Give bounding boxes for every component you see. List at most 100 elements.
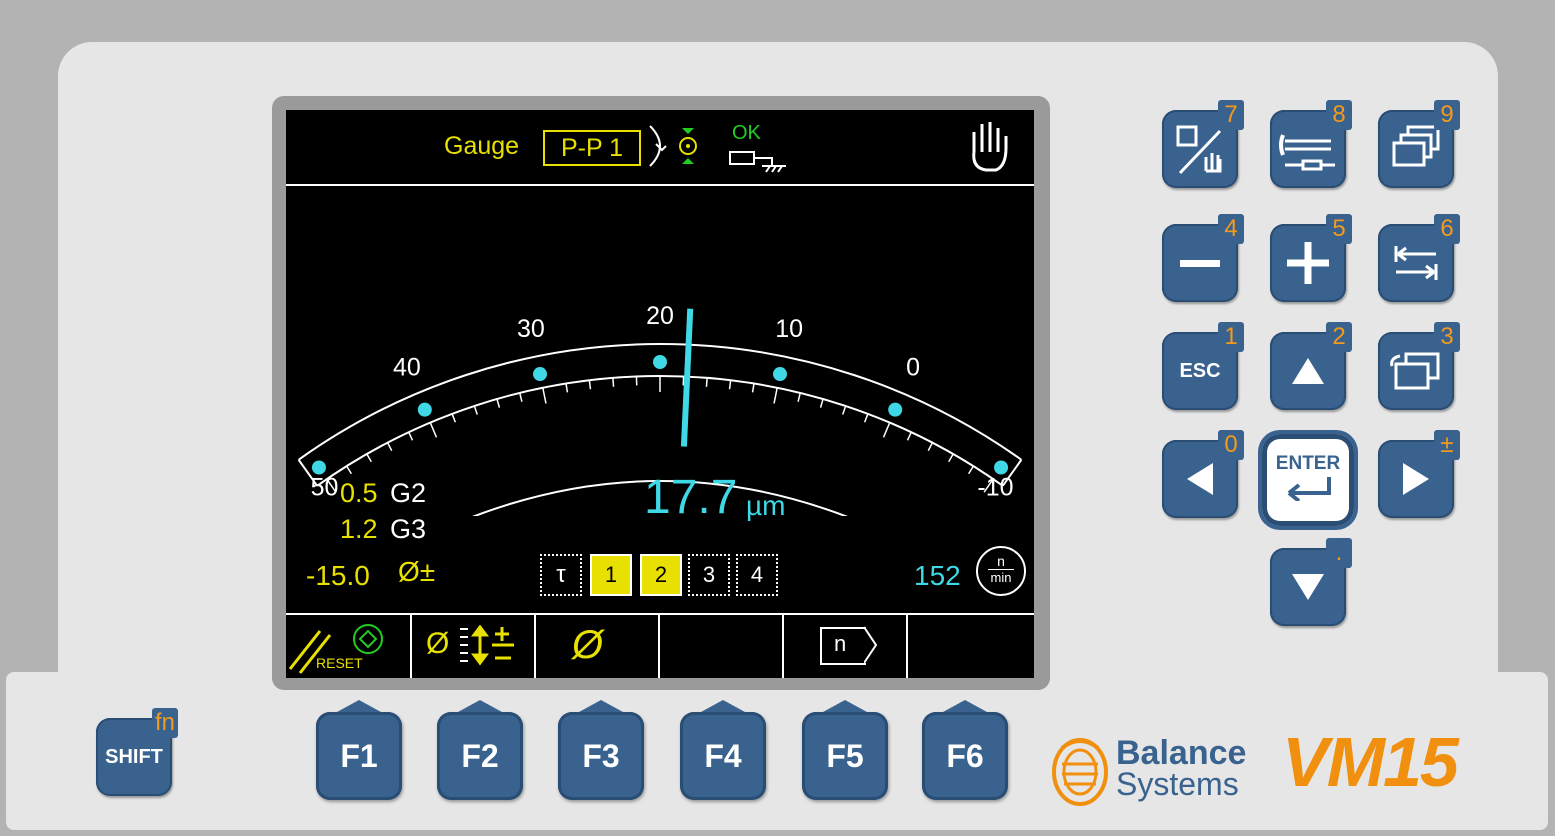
key-dot-down[interactable]: . bbox=[1270, 538, 1352, 626]
scale-tick bbox=[728, 380, 732, 390]
f5-key[interactable]: F5 bbox=[802, 700, 888, 800]
channel-1: 1 bbox=[590, 554, 632, 596]
scale-tick bbox=[565, 383, 569, 393]
brand-line-2: Systems bbox=[1116, 766, 1239, 802]
g2-value: 0.5 bbox=[340, 478, 378, 508]
channel-3: 3 bbox=[688, 554, 730, 596]
scale-label: 30 bbox=[517, 315, 545, 343]
scale-tick bbox=[429, 422, 438, 438]
rpm-icon: n min bbox=[976, 546, 1026, 596]
f2-key[interactable]: F2 bbox=[437, 700, 523, 800]
softkey-4[interactable] bbox=[658, 615, 782, 678]
hand-icon bbox=[972, 122, 1008, 172]
adjust-offset-icon bbox=[460, 624, 514, 666]
key-0-number: 0 bbox=[1218, 430, 1244, 460]
key-1-esc[interactable]: ESC 1 bbox=[1162, 322, 1244, 410]
gauge-value-box: P-P 1 bbox=[543, 130, 641, 166]
f4-key[interactable]: F4 bbox=[680, 700, 766, 800]
scale-tick bbox=[797, 392, 801, 402]
scale-tick bbox=[451, 413, 457, 423]
g2-label: G2 bbox=[390, 478, 427, 508]
scale-tick bbox=[386, 442, 393, 452]
gauge-needle bbox=[680, 308, 694, 447]
offset-value: -15.0 bbox=[306, 560, 370, 591]
key-3-number: 3 bbox=[1434, 322, 1460, 352]
key-7-number: 7 bbox=[1218, 100, 1244, 130]
enter-key[interactable]: ENTER bbox=[1262, 434, 1354, 526]
model-name: VM15 bbox=[1282, 723, 1459, 801]
shift-label: SHIFT bbox=[105, 745, 163, 768]
softkey-6[interactable] bbox=[906, 615, 1034, 678]
softkey-2-symbol: Ø bbox=[426, 627, 450, 660]
softkey-1[interactable]: RESET bbox=[286, 615, 410, 678]
key-7-manual[interactable]: 7 bbox=[1162, 100, 1244, 188]
scale-tick bbox=[751, 383, 755, 393]
gauge-mode-icon bbox=[649, 125, 697, 167]
scale-tick bbox=[927, 442, 934, 452]
softkey-2[interactable]: Ø bbox=[410, 615, 534, 678]
scale-tick bbox=[773, 387, 778, 404]
rpm-bottom: min bbox=[990, 570, 1012, 585]
arrow-down-icon bbox=[1292, 574, 1324, 600]
scale-dot bbox=[888, 402, 903, 417]
brand-logo-icon bbox=[1052, 738, 1108, 806]
key-0-left[interactable]: 0 bbox=[1162, 430, 1244, 518]
g3-value: 1.2 bbox=[340, 514, 378, 544]
arrow-left-icon bbox=[1187, 463, 1213, 495]
softkey-3-symbol: Ø bbox=[572, 623, 604, 667]
key-4-number: 4 bbox=[1218, 214, 1244, 244]
scale-tick bbox=[906, 431, 912, 441]
enter-label: ENTER bbox=[1275, 453, 1341, 474]
speed-value: 152 bbox=[914, 560, 961, 591]
softkey-5[interactable]: n bbox=[782, 615, 906, 678]
key-8-number: 8 bbox=[1326, 100, 1352, 130]
scale-tick bbox=[948, 453, 954, 463]
display-screen: Gauge P-P 1 OK 50 40 30 20 10 0 -10 17.7 µm 0.… bbox=[286, 110, 1034, 678]
shift-key[interactable]: SHIFT fn bbox=[96, 708, 178, 796]
key-3-windows[interactable]: 3 bbox=[1378, 322, 1460, 410]
key-1-number: 1 bbox=[1218, 322, 1244, 352]
offset-symbol: Ø± bbox=[398, 556, 436, 587]
scale-tick bbox=[473, 405, 478, 415]
softkey-1-label: RESET bbox=[316, 655, 363, 671]
shift-fn: fn bbox=[152, 708, 178, 738]
scale-tick bbox=[967, 465, 975, 475]
scale-tick bbox=[345, 465, 353, 475]
channel-4: 4 bbox=[736, 554, 778, 596]
scale-dot bbox=[772, 367, 787, 382]
key-dot-number: . bbox=[1326, 538, 1352, 568]
scale-tick bbox=[819, 398, 824, 408]
arrow-right-icon bbox=[1403, 463, 1429, 495]
scale-dot bbox=[417, 402, 432, 417]
minus-icon bbox=[1180, 259, 1220, 267]
key-pm-right[interactable]: ± bbox=[1378, 430, 1460, 518]
scale-label: 20 bbox=[646, 302, 674, 330]
key-5-number: 5 bbox=[1326, 214, 1352, 244]
f1-key[interactable]: F1 bbox=[316, 700, 402, 800]
scale-tick bbox=[612, 377, 615, 387]
key-5-plus[interactable]: 5 bbox=[1270, 214, 1352, 302]
softkey-3[interactable]: Ø bbox=[534, 615, 658, 678]
key-4-minus[interactable]: 4 bbox=[1162, 214, 1244, 302]
scale-tick bbox=[542, 387, 547, 404]
scale-tick bbox=[366, 453, 372, 463]
key-6-tab[interactable]: 6 bbox=[1378, 214, 1460, 302]
readout-unit: µm bbox=[746, 490, 786, 521]
key-pm-number: ± bbox=[1434, 430, 1460, 460]
status-ok: OK bbox=[732, 122, 761, 144]
enter-arrow-icon bbox=[1287, 477, 1331, 501]
scale-dot bbox=[653, 355, 667, 369]
scale-tick bbox=[705, 377, 708, 387]
key-2-up[interactable]: 2 bbox=[1270, 322, 1352, 410]
channel-2: 2 bbox=[640, 554, 682, 596]
key-9-pages[interactable]: 9 bbox=[1378, 100, 1460, 188]
rpm-top: n bbox=[988, 553, 1014, 570]
ground-probe-icon bbox=[729, 151, 786, 173]
key-8-tools[interactable]: 8 bbox=[1270, 100, 1352, 188]
softkey-5-symbol: n bbox=[834, 631, 847, 656]
scale-label: 50 bbox=[311, 473, 339, 501]
f6-key[interactable]: F6 bbox=[922, 700, 1008, 800]
scale-tick bbox=[519, 392, 523, 402]
f3-key[interactable]: F3 bbox=[558, 700, 644, 800]
plus-icon bbox=[1287, 242, 1329, 284]
